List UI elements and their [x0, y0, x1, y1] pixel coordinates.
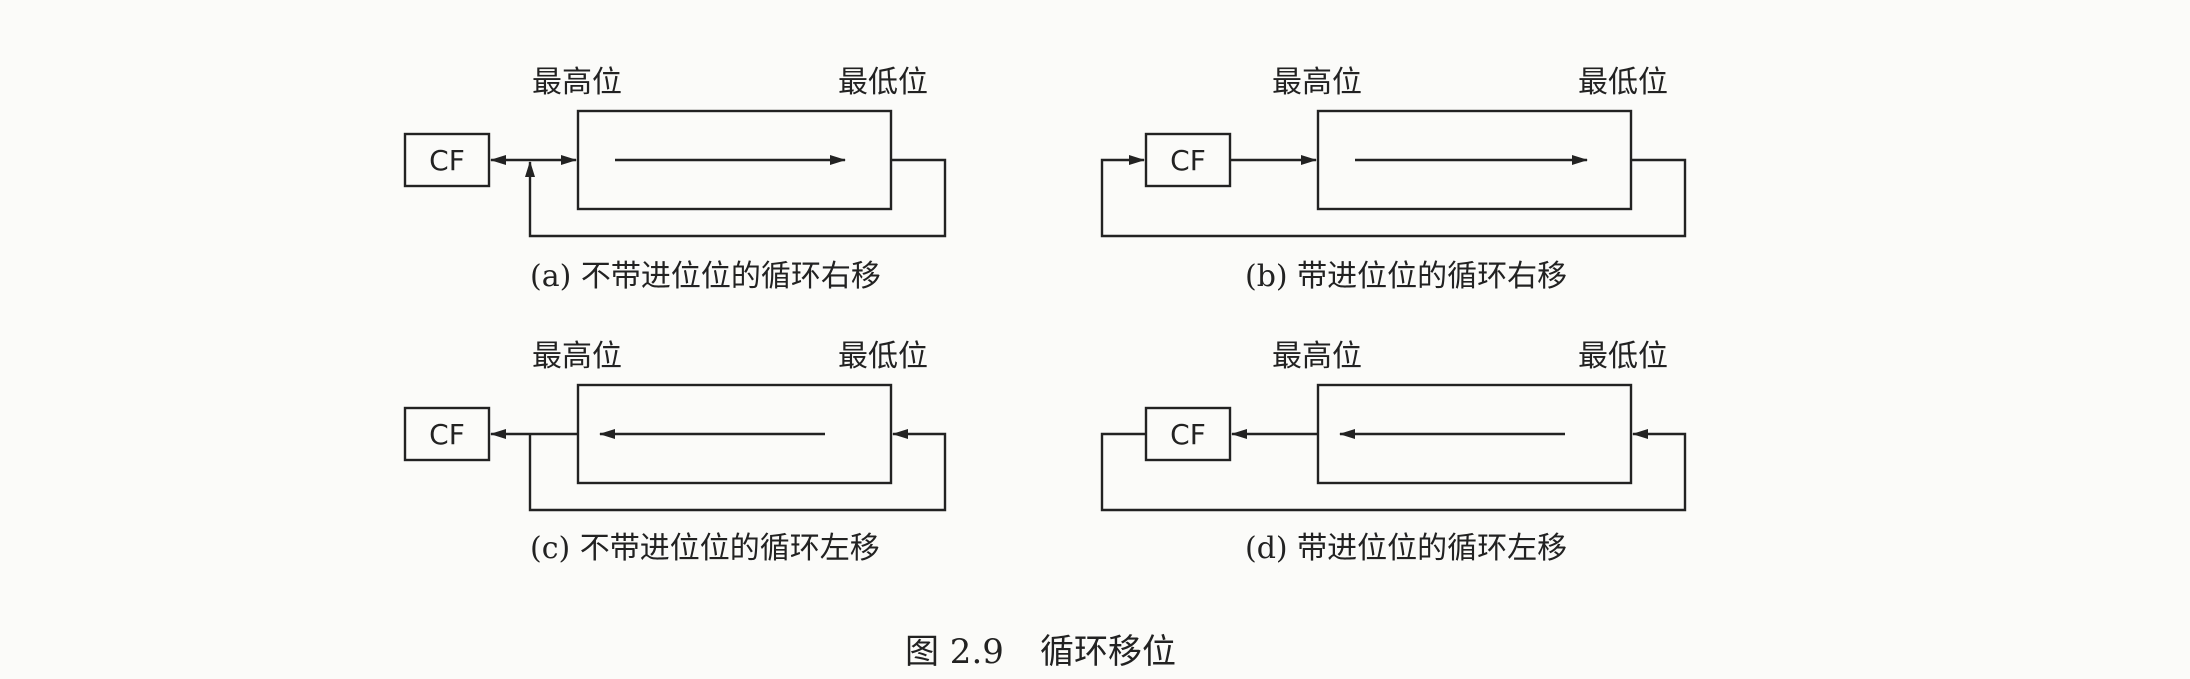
panel-a-caption: (a) 不带进位位的循环右移	[530, 259, 881, 294]
panel-c-caption: (c) 不带进位位的循环左移	[530, 531, 880, 566]
panel-a-low-label: 最低位	[838, 65, 928, 100]
panel-b-cf-label: CF	[1170, 144, 1206, 177]
figure-caption-number: 图 2.9	[905, 632, 1004, 672]
panel-d-high-label: 最高位	[1272, 339, 1362, 374]
panel-d-low-label: 最低位	[1578, 339, 1668, 374]
panel-c-cf-label: CF	[429, 418, 465, 451]
panel-d: 最高位 最低位 CF (d) 带进位位的循环左移	[1100, 339, 1687, 566]
panel-b-low-label: 最低位	[1578, 65, 1668, 100]
figure-caption-title: 循环移位	[1040, 632, 1176, 672]
panel-c-loop-line	[528, 429, 947, 512]
figure: 最高位 最低位 CF (a) 不带进位位的循环右移 最高位 最低位 CF (b)…	[0, 0, 2190, 679]
panel-a-high-label: 最高位	[532, 65, 622, 100]
panel-b-caption: (b) 带进位位的循环右移	[1245, 259, 1567, 294]
panel-d-caption: (d) 带进位位的循环左移	[1245, 531, 1567, 566]
panel-d-cf-label: CF	[1170, 418, 1206, 451]
panel-a-loop-line	[525, 158, 947, 238]
panel-c-high-label: 最高位	[532, 339, 622, 374]
panel-a-cf-label: CF	[429, 144, 465, 177]
panel-a: 最高位 最低位 CF (a) 不带进位位的循环右移	[403, 65, 947, 294]
panel-b: 最高位 最低位 CF (b) 带进位位的循环右移	[1100, 65, 1687, 294]
diagram-canvas: 最高位 最低位 CF (a) 不带进位位的循环右移 最高位 最低位 CF (b)…	[403, 65, 1687, 672]
panel-c-low-label: 最低位	[838, 339, 928, 374]
panel-b-high-label: 最高位	[1272, 65, 1362, 100]
panel-c: 最高位 最低位 CF (c) 不带进位位的循环左移	[403, 339, 947, 566]
